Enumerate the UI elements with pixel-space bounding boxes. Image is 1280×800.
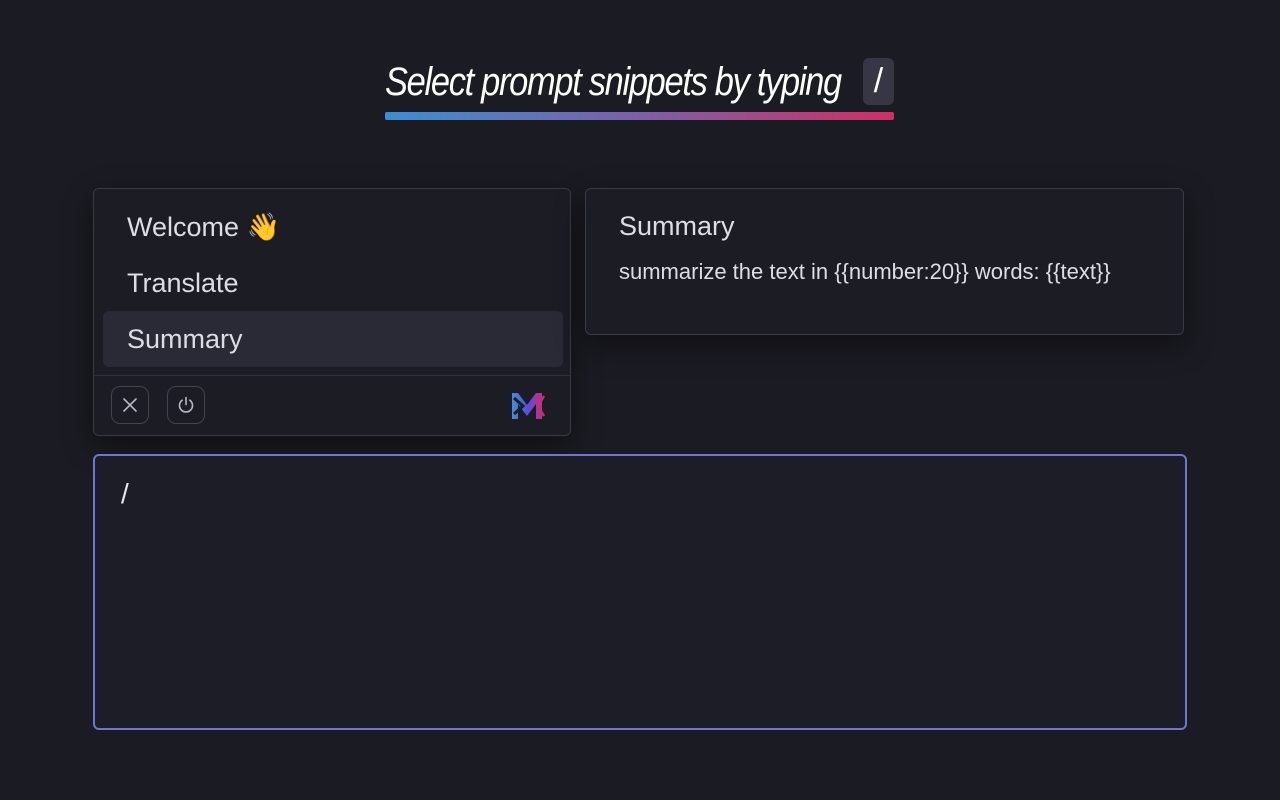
menu-item-welcome[interactable]: Welcome 👋	[103, 199, 563, 255]
close-button[interactable]	[111, 386, 149, 424]
heading-text: Select prompt snippets by typing	[385, 60, 842, 104]
menu-item-summary[interactable]: Summary	[103, 311, 563, 367]
heading-gradient-underline	[385, 112, 894, 120]
preview-title: Summary	[619, 211, 735, 241]
menu-footer	[94, 375, 570, 436]
snippet-preview: Summary summarize the text in {{number:2…	[585, 188, 1184, 335]
app-logo-icon	[512, 393, 546, 419]
snippet-menu: Welcome 👋 Translate Summary	[93, 188, 571, 436]
menu-item-translate[interactable]: Translate	[103, 255, 563, 311]
page-heading: Select prompt snippets by typing /	[385, 56, 915, 120]
close-icon	[123, 398, 137, 412]
slash-key-badge: /	[863, 58, 894, 105]
page: Select prompt snippets by typing / Welco…	[0, 0, 1280, 800]
preview-body: summarize the text in {{number:20}} word…	[619, 259, 1111, 284]
power-icon	[178, 396, 194, 413]
power-button[interactable]	[167, 386, 205, 424]
prompt-input[interactable]: /	[93, 454, 1187, 730]
